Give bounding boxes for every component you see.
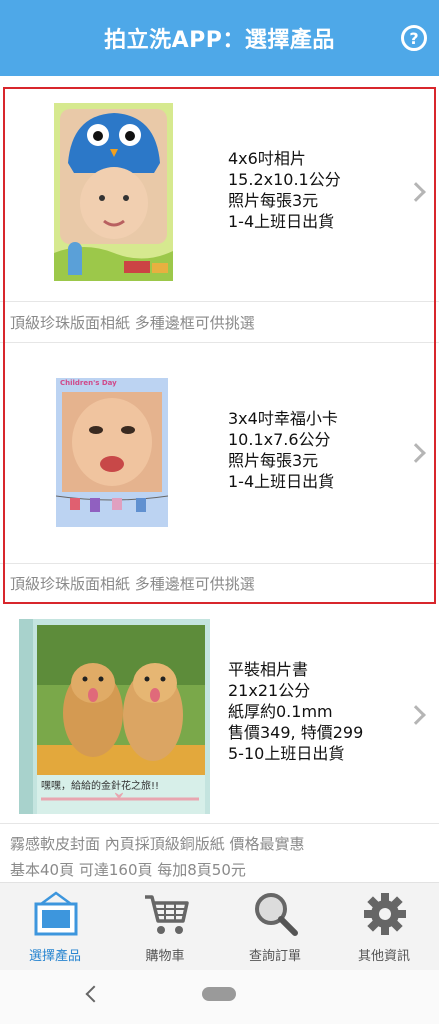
product-item-4x6[interactable]: 4x6吋相片 15.2x10.1公分 照片每張3元 1-4上班日出貨 頂級珍珠版…	[0, 87, 439, 343]
product-name: 4x6吋相片	[228, 149, 306, 168]
back-icon[interactable]	[85, 985, 103, 1003]
gear-icon	[362, 891, 408, 937]
magnifier-icon	[253, 891, 299, 937]
tab-label: 查詢訂單	[248, 949, 301, 964]
product-price: 照片每張3元	[228, 191, 319, 210]
product-size: 15.2x10.1公分	[228, 170, 341, 189]
product-paper: 紙厚約0.1mm	[228, 702, 333, 721]
thumbnail-caption: 嘿嘿，給給的金針花之旅!!	[41, 781, 160, 792]
thumbnail-caption: Children's Day	[60, 379, 117, 387]
product-thumbnail: Children's Day	[56, 378, 168, 527]
product-shipping: 1-4上班日出貨	[228, 472, 335, 491]
app-header: 拍立洗APP：選擇產品 ?	[0, 0, 439, 76]
product-item-3x4[interactable]: Children's Day 3x4吋幸福小卡 10.1x7.6公分 照片每張3…	[0, 343, 439, 605]
tab-select-product[interactable]: 選擇產品	[0, 883, 110, 971]
divider	[0, 563, 439, 564]
page-title: 拍立洗APP：選擇產品	[104, 28, 335, 53]
shopping-cart-icon	[143, 891, 189, 937]
product-shipping: 1-4上班日出貨	[228, 212, 335, 231]
product-size: 10.1x7.6公分	[228, 430, 331, 449]
tab-label: 其他資訊	[357, 949, 410, 964]
product-name: 3x4吋幸福小卡	[228, 409, 338, 428]
tab-label: 選擇產品	[28, 949, 81, 964]
system-nav-bar	[0, 970, 439, 1024]
product-description: 霧感軟皮封面 內頁採頂級銅版紙 價格最實惠	[10, 835, 305, 853]
product-price: 照片每張3元	[228, 451, 319, 470]
tab-label: 購物車	[145, 949, 185, 964]
product-details: 4x6吋相片 15.2x10.1公分 照片每張3元 1-4上班日出貨	[228, 148, 341, 232]
chevron-right-icon	[406, 705, 426, 725]
tab-other-info[interactable]: 其他資訊	[329, 883, 439, 971]
divider	[0, 301, 439, 302]
tab-order-query[interactable]: 查詢訂單	[220, 883, 330, 971]
product-description: 頂級珍珠版面相紙 多種邊框可供挑選	[10, 575, 255, 593]
product-name: 平裝相片書	[228, 660, 309, 679]
bottom-tab-bar: 選擇產品 購物車 查詢訂單 其他資訊	[0, 882, 439, 970]
chevron-right-icon	[406, 182, 426, 202]
home-pill-icon[interactable]	[202, 987, 236, 1001]
product-price: 售價349, 特價299	[228, 723, 364, 742]
product-details: 平裝相片書 21x21公分 紙厚約0.1mm 售價349, 特價299 5-10…	[228, 659, 363, 764]
tab-cart[interactable]: 購物車	[110, 883, 220, 971]
product-size: 21x21公分	[228, 681, 311, 700]
product-shipping: 5-10上班日出貨	[228, 744, 345, 763]
chevron-right-icon	[406, 443, 426, 463]
product-item-photobook[interactable]: 嘿嘿，給給的金針花之旅!! 平裝相片書 21x21公分 紙厚約0.1mm 售價3…	[0, 605, 439, 883]
product-thumbnail	[54, 103, 173, 281]
question-circle-icon[interactable]: ?	[401, 25, 427, 51]
product-description: 基本40頁 可達160頁 每加8頁50元	[10, 861, 246, 879]
product-description: 頂級珍珠版面相紙 多種邊框可供挑選	[10, 314, 255, 332]
picture-frame-icon	[33, 891, 79, 937]
product-details: 3x4吋幸福小卡 10.1x7.6公分 照片每張3元 1-4上班日出貨	[228, 408, 338, 492]
product-thumbnail: 嘿嘿，給給的金針花之旅!!	[19, 619, 210, 814]
divider	[0, 823, 439, 824]
